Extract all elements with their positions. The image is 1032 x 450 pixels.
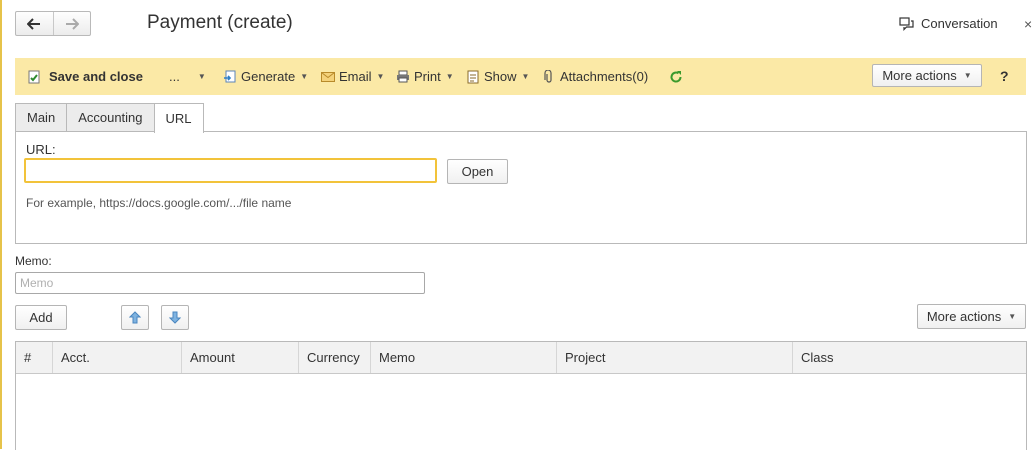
tab-accounting[interactable]: Accounting (66, 103, 155, 131)
url-label: URL: (26, 142, 56, 157)
generate-label: Generate (241, 69, 296, 84)
close-icon[interactable]: × (1024, 16, 1032, 32)
table-header: # Acct. Amount Currency Memo Project Cla… (16, 342, 1026, 374)
more-actions-label: More actions (882, 68, 957, 83)
refresh-button[interactable] (669, 58, 683, 95)
arrow-up-icon (129, 311, 141, 324)
email-button[interactable]: Email ▼ (321, 58, 384, 95)
more-actions-button[interactable]: More actions ▼ (872, 64, 982, 87)
url-hint-text: For example, https://docs.google.com/...… (26, 196, 292, 210)
chevron-down-icon: ▼ (376, 72, 385, 81)
chevron-down-icon: ▼ (300, 72, 309, 81)
chevron-down-icon: ▼ (963, 71, 972, 80)
form-tabs: Main Accounting URL (15, 103, 204, 133)
tab-url[interactable]: URL (153, 103, 204, 133)
show-label: Show (484, 69, 517, 84)
envelope-icon (321, 70, 335, 84)
generate-icon (223, 70, 237, 84)
help-button[interactable]: ? (1000, 68, 1009, 84)
table-more-actions-label: More actions (926, 309, 1002, 324)
move-down-button[interactable] (161, 305, 189, 330)
save-doc-icon (27, 70, 41, 84)
col-number[interactable]: # (16, 342, 53, 373)
table-more-actions-button[interactable]: More actions ▼ (917, 304, 1026, 329)
paperclip-icon (542, 69, 556, 84)
history-nav (15, 11, 91, 36)
save-and-close-label: Save and close (49, 69, 143, 84)
chevron-down-icon: ▼ (1008, 312, 1017, 321)
conversation-button[interactable]: Conversation (899, 16, 998, 31)
open-url-button[interactable]: Open (447, 159, 508, 184)
arrow-down-icon (169, 311, 181, 324)
col-memo[interactable]: Memo (371, 342, 557, 373)
email-label: Email (339, 69, 372, 84)
conversation-icon (899, 16, 914, 31)
command-bar: Save and close ... ▼ Generate ▼ Email ▼ … (15, 58, 1026, 95)
more-commands-button[interactable]: ... ▼ (169, 58, 206, 95)
col-amount[interactable]: Amount (182, 342, 299, 373)
print-button[interactable]: Print ▼ (396, 58, 454, 95)
attachments-button[interactable]: Attachments(0) (542, 58, 648, 95)
refresh-icon (669, 70, 683, 84)
add-row-button[interactable]: Add (15, 305, 67, 330)
print-label: Print (414, 69, 441, 84)
col-class[interactable]: Class (793, 342, 1026, 373)
attachments-label: Attachments(0) (560, 69, 649, 84)
generate-button[interactable]: Generate ▼ (223, 58, 308, 95)
memo-label: Memo: (15, 254, 52, 268)
memo-input[interactable] (15, 272, 425, 294)
back-button[interactable] (16, 12, 53, 35)
open-url-label: Open (461, 164, 494, 179)
forward-button[interactable] (52, 12, 91, 35)
arrow-right-icon (65, 17, 79, 30)
conversation-label: Conversation (921, 16, 998, 31)
url-input[interactable] (24, 158, 437, 183)
chevron-down-icon: ▼ (445, 72, 454, 81)
move-up-button[interactable] (121, 305, 149, 330)
page-title: Payment (create) (147, 12, 293, 33)
window-left-edge (0, 0, 2, 449)
chevron-down-icon: ▼ (197, 72, 206, 81)
chevron-down-icon: ▼ (521, 72, 530, 81)
more-commands-label: ... (169, 69, 180, 84)
save-and-close-button[interactable]: Save and close (27, 58, 143, 95)
report-icon (466, 70, 480, 84)
col-currency[interactable]: Currency (299, 342, 371, 373)
lines-table: # Acct. Amount Currency Memo Project Cla… (15, 341, 1027, 450)
tab-main[interactable]: Main (15, 103, 68, 131)
printer-icon (396, 70, 410, 84)
col-project[interactable]: Project (557, 342, 793, 373)
arrow-left-icon (27, 17, 41, 30)
add-row-label: Add (29, 310, 53, 325)
url-tab-panel: URL: Open For example, https://docs.goog… (15, 131, 1027, 244)
show-button[interactable]: Show ▼ (466, 58, 529, 95)
col-account[interactable]: Acct. (53, 342, 182, 373)
